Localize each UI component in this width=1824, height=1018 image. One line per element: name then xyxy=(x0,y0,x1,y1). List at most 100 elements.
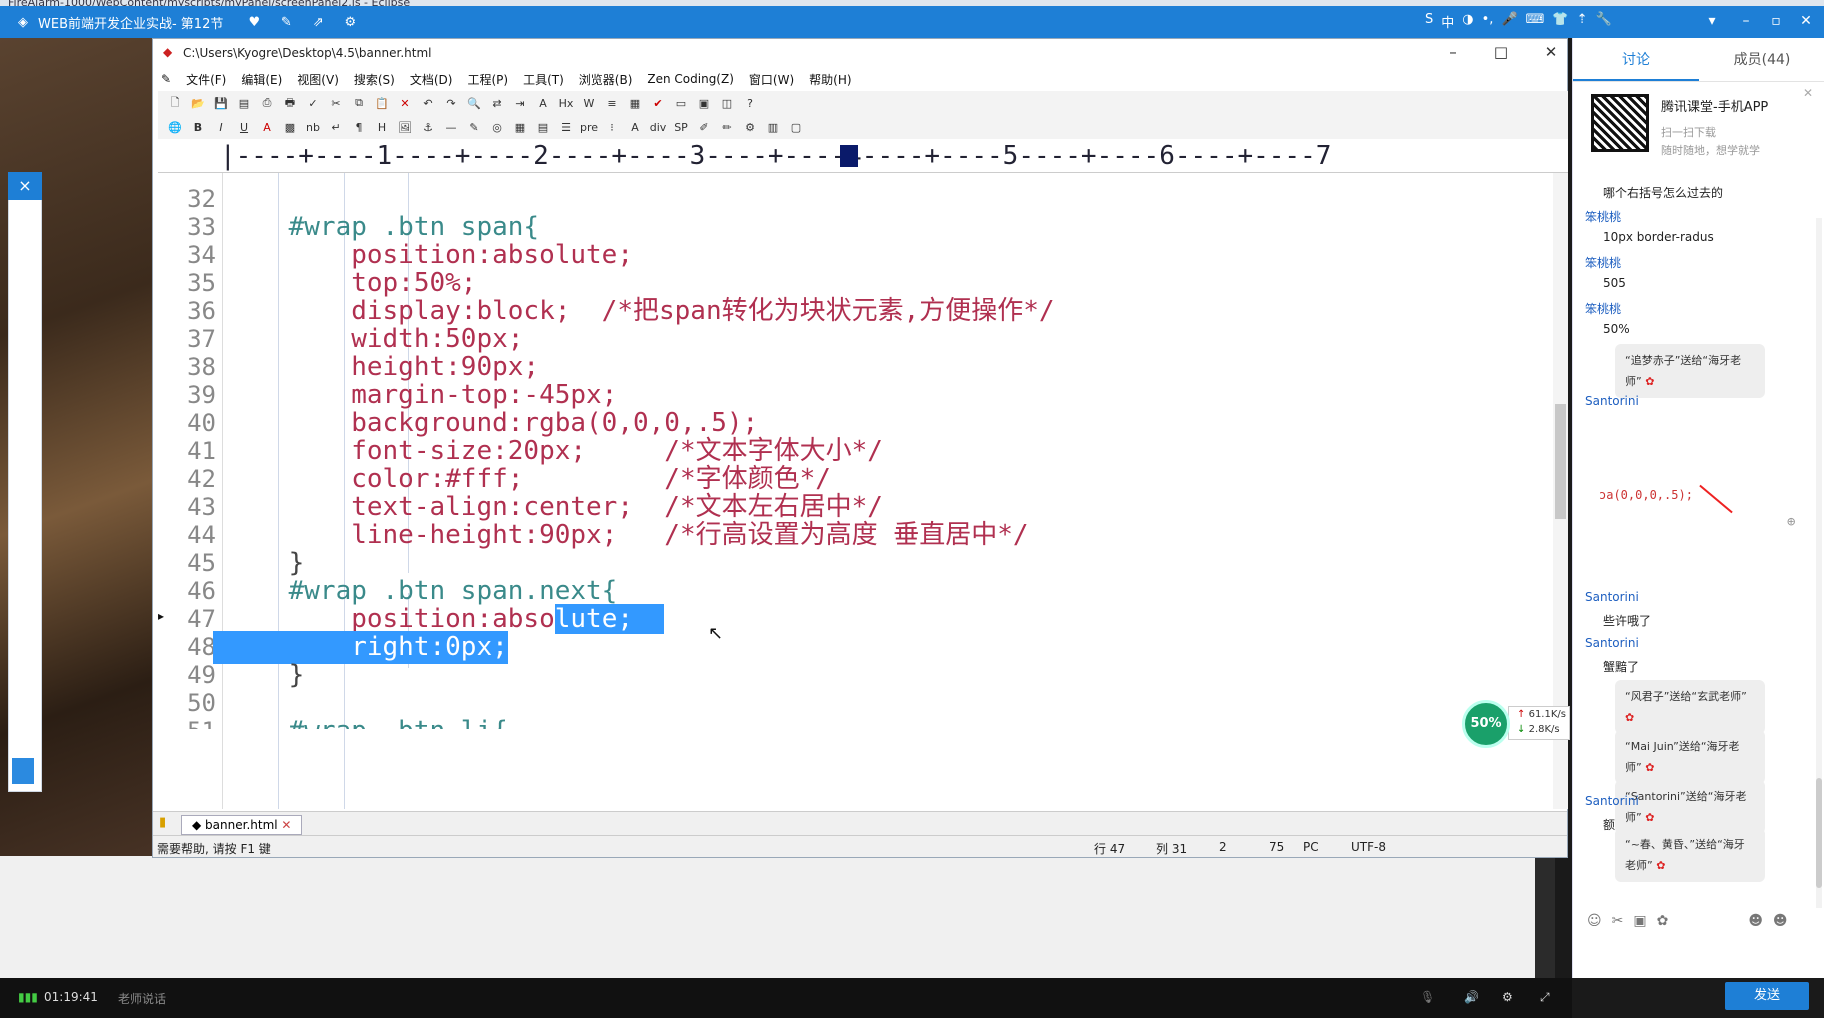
menu-tools[interactable]: 工具(T) xyxy=(523,71,564,88)
check-icon[interactable]: ✔ xyxy=(649,94,667,112)
ime-icon[interactable]: 中 xyxy=(1441,12,1454,31)
dropdown-icon[interactable]: ▾ xyxy=(1700,13,1724,29)
print-preview-icon[interactable]: ⎙ xyxy=(258,94,276,112)
punct-icon[interactable]: •, xyxy=(1482,12,1494,31)
undo-icon[interactable]: ↶ xyxy=(419,94,437,112)
plugin-icon[interactable]: ⚙ xyxy=(741,118,759,136)
edit-tag-icon[interactable]: ✐ xyxy=(695,118,713,136)
moon-icon[interactable]: ◑ xyxy=(1462,12,1473,31)
code-editor[interactable]: 32 33 #wrap .btn span{ 34 position:absol… xyxy=(158,173,1553,809)
menu-project[interactable]: 工程(P) xyxy=(467,71,508,88)
tab-discussion[interactable]: 讨论 xyxy=(1573,38,1699,81)
bullet-icon[interactable]: ⁝ xyxy=(603,118,621,136)
menu-help[interactable]: 帮助(H) xyxy=(809,71,851,88)
globe-icon[interactable]: 🌐 xyxy=(166,118,184,136)
tab-close-icon[interactable]: ✕ xyxy=(281,818,291,832)
scissors-icon[interactable]: ✂ xyxy=(1612,913,1624,929)
picture-icon[interactable]: ▣ xyxy=(1633,913,1646,929)
font-icon[interactable]: A xyxy=(534,94,552,112)
volume-icon[interactable]: 🔊 xyxy=(1464,990,1479,1004)
message-nick[interactable]: Santorini xyxy=(1585,590,1639,604)
spellcheck-icon[interactable]: ✓ xyxy=(304,94,322,112)
span-icon[interactable]: SP xyxy=(672,118,690,136)
replace-icon[interactable]: ⇄ xyxy=(488,94,506,112)
maximize-button[interactable]: ▫ xyxy=(1764,13,1788,29)
menu-file[interactable]: 文件(F) xyxy=(186,71,226,88)
flower-icon[interactable]: ✿ xyxy=(1657,913,1669,929)
skin-icon[interactable]: 👕 xyxy=(1552,12,1568,31)
minimize-button[interactable]: – xyxy=(1734,13,1758,29)
browser-icon[interactable]: ◫ xyxy=(718,94,736,112)
menu-browser[interactable]: 浏览器(B) xyxy=(579,71,633,88)
user-icon[interactable]: ☻ xyxy=(1748,913,1763,929)
form-icon[interactable]: ▤ xyxy=(534,118,552,136)
new-file-icon[interactable]: 🗋 xyxy=(166,94,184,112)
share-icon[interactable]: ⇗ xyxy=(309,13,327,31)
side-panel-close-button[interactable]: × xyxy=(8,172,42,200)
network-widget[interactable]: ↑ 61.1K/s ↓ 2.8K/s 50% xyxy=(1462,700,1572,748)
list-icon[interactable]: ☰ xyxy=(557,118,575,136)
find-icon[interactable]: 🔍 xyxy=(465,94,483,112)
scrollbar-thumb[interactable] xyxy=(1555,404,1566,519)
heading-icon[interactable]: Hx xyxy=(557,94,575,112)
promo-close-icon[interactable]: ✕ xyxy=(1803,86,1813,100)
paragraph-icon[interactable]: ¶ xyxy=(350,118,368,136)
div-icon[interactable]: div xyxy=(649,118,667,136)
editor-close-button[interactable]: ✕ xyxy=(1541,43,1561,61)
keyboard-icon[interactable]: ⌨ xyxy=(1526,12,1545,31)
settings-icon[interactable]: ⚙ xyxy=(341,13,359,31)
paste-icon[interactable]: 📋 xyxy=(373,94,391,112)
menu-view[interactable]: 视图(V) xyxy=(297,71,339,88)
menu-document[interactable]: 文档(D) xyxy=(410,71,453,88)
favorite-icon[interactable]: ♥ xyxy=(245,13,263,31)
zoom-icon[interactable]: ⊕ xyxy=(1787,514,1795,530)
upload-icon[interactable]: ⇡ xyxy=(1577,12,1588,31)
player-settings-icon[interactable]: ⚙ xyxy=(1502,990,1513,1004)
print-icon[interactable]: 🖶 xyxy=(281,94,299,112)
save-all-icon[interactable]: ▤ xyxy=(235,94,253,112)
editor-maximize-button[interactable]: □ xyxy=(1491,43,1511,61)
wrench-icon[interactable]: 🔧 xyxy=(1595,12,1611,31)
help-icon[interactable]: ? xyxy=(741,94,759,112)
rule-icon[interactable]: — xyxy=(442,118,460,136)
menu-window[interactable]: 窗口(W) xyxy=(749,71,794,88)
copy-icon[interactable]: ⧉ xyxy=(350,94,368,112)
message-nick[interactable]: Santorini xyxy=(1585,794,1639,808)
table-icon[interactable]: ▦ xyxy=(511,118,529,136)
nbsp-icon[interactable]: nb xyxy=(304,118,322,136)
users-icon[interactable]: ☻ xyxy=(1773,913,1788,929)
fullscreen-icon[interactable]: ⤢ xyxy=(1540,990,1550,1005)
linenum-icon[interactable]: ≡ xyxy=(603,94,621,112)
emoji-icon[interactable]: ☺ xyxy=(1587,913,1602,929)
message-nick[interactable]: Santorini xyxy=(1585,394,1639,408)
layout-icon[interactable]: ▥ xyxy=(764,118,782,136)
pre-icon[interactable]: pre xyxy=(580,118,598,136)
chat-scroll-thumb[interactable] xyxy=(1816,778,1822,888)
side-panel-button[interactable] xyxy=(12,758,34,784)
message-nick[interactable]: 笨桃桃 xyxy=(1585,208,1621,225)
tile-icon[interactable]: ▣ xyxy=(695,94,713,112)
goto-icon[interactable]: ⇥ xyxy=(511,94,529,112)
color-grid-icon[interactable]: ▩ xyxy=(281,118,299,136)
br-icon[interactable]: ↵ xyxy=(327,118,345,136)
redo-icon[interactable]: ↷ xyxy=(442,94,460,112)
message-nick[interactable]: 笨桃桃 xyxy=(1585,300,1621,317)
menu-zen-coding[interactable]: Zen Coding(Z) xyxy=(647,72,734,86)
underline-icon[interactable]: U xyxy=(235,118,253,136)
anchor-icon[interactable]: ⚓ xyxy=(419,118,437,136)
mic-muted-icon[interactable]: 🎙 xyxy=(1420,990,1435,1004)
send-button[interactable]: 发送 xyxy=(1725,982,1809,1010)
delete-icon[interactable]: ✕ xyxy=(396,94,414,112)
cut-icon[interactable]: ✂ xyxy=(327,94,345,112)
column-icon[interactable]: ▦ xyxy=(626,94,644,112)
hr-icon[interactable]: H xyxy=(373,118,391,136)
script-icon[interactable]: ✏ xyxy=(718,118,736,136)
image-icon[interactable]: 🖼 xyxy=(396,118,414,136)
bold-icon[interactable]: B xyxy=(189,118,207,136)
menu-edit[interactable]: 编辑(E) xyxy=(241,71,282,88)
highlight-icon[interactable]: ✎ xyxy=(465,118,483,136)
target-icon[interactable]: ◎ xyxy=(488,118,506,136)
wordwrap-icon[interactable]: W xyxy=(580,94,598,112)
window-icon[interactable]: ▭ xyxy=(672,94,690,112)
menu-search[interactable]: 搜索(S) xyxy=(354,71,395,88)
